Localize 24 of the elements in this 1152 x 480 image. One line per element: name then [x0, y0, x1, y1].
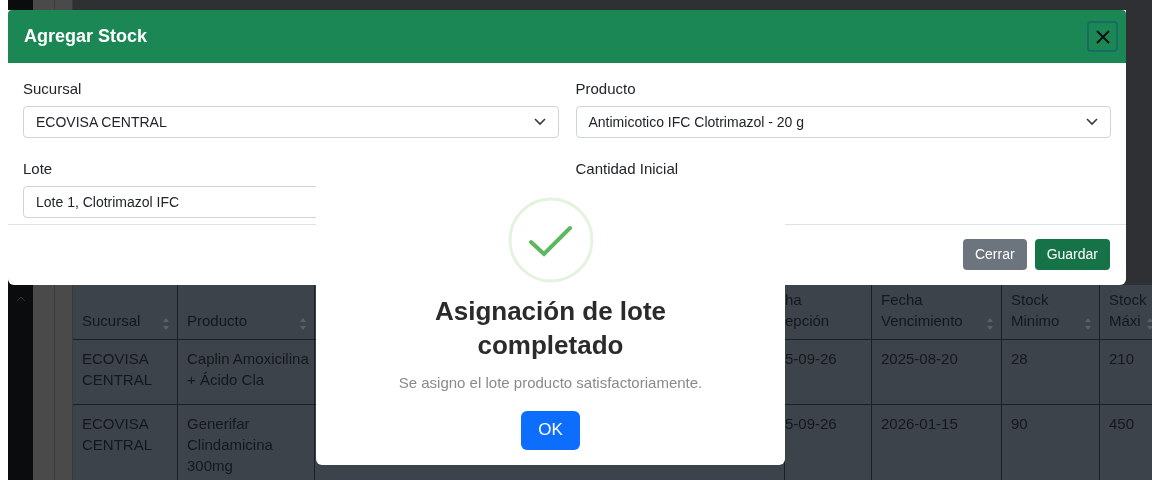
- alert-message: Se asigno el lote producto satisfactoriamente.: [398, 373, 703, 393]
- save-button[interactable]: Guardar: [1034, 239, 1110, 270]
- sort-icon: [1146, 317, 1152, 331]
- select-value: ECOVISA CENTRAL: [36, 112, 167, 132]
- modal-title: Agregar Stock: [24, 25, 148, 48]
- alert-title: Asignación de lote completado: [433, 295, 668, 362]
- close-button[interactable]: Cerrar: [962, 239, 1027, 270]
- field-label: Cantidad Inicial: [575, 159, 680, 178]
- sort-icon: [163, 317, 169, 331]
- chevron-down-icon: [533, 118, 546, 126]
- select-field[interactable]: ECOVISA CENTRAL: [23, 106, 559, 138]
- success-check-icon: [506, 196, 595, 284]
- field-label: Producto: [575, 80, 637, 98]
- chevron-down-icon: [1086, 118, 1098, 126]
- select-value: Antimicotico IFC Clotrimazol - 20 g: [588, 112, 804, 132]
- ok-button[interactable]: OK: [521, 410, 580, 450]
- field-label: Lote: [23, 159, 54, 178]
- sort-icon: [1085, 317, 1091, 331]
- field-label: Sucursal: [23, 80, 83, 98]
- select-field[interactable]: Antimicotico IFC Clotrimazol - 20 g: [575, 106, 1111, 138]
- close-button[interactable]: [1087, 21, 1118, 52]
- sort-icon: [987, 317, 993, 331]
- sort-icon: [300, 317, 306, 331]
- close-icon: [1094, 28, 1111, 45]
